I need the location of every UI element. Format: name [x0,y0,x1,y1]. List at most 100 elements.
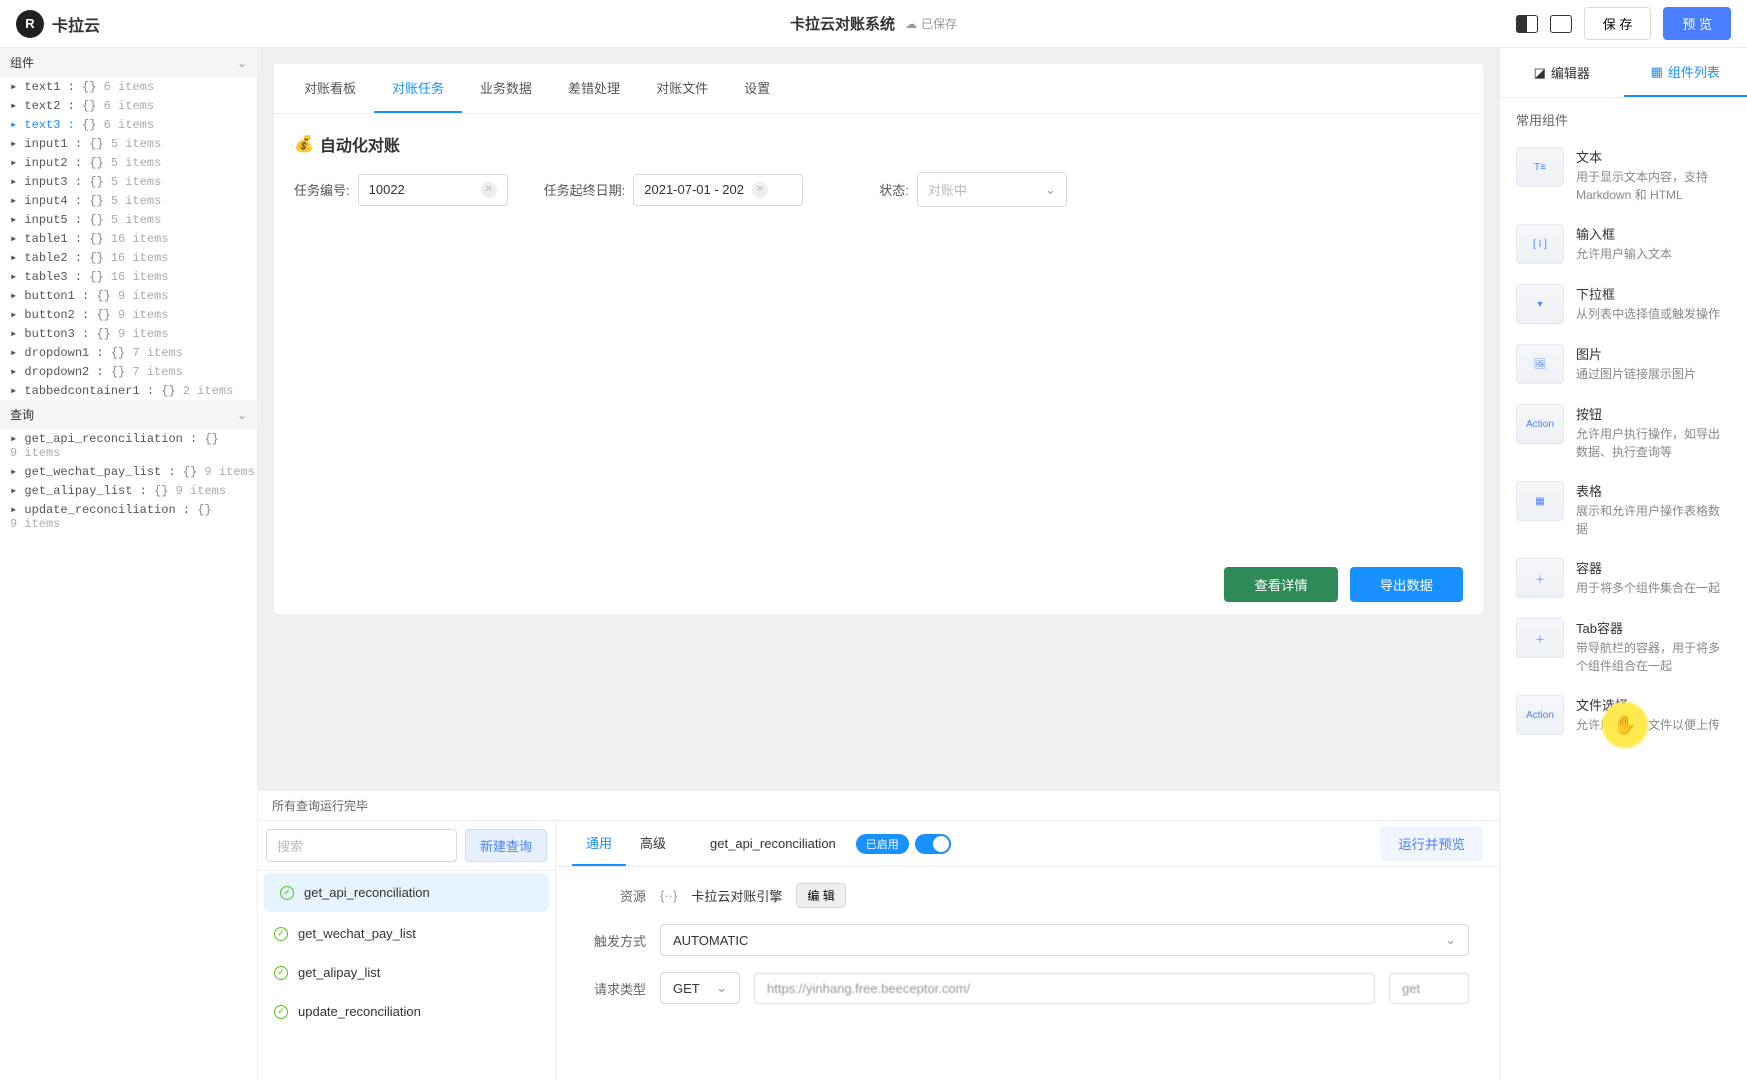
section-title: 💰 自动化对账 [274,114,1483,166]
palette-按钮[interactable]: Action按钮允许用户执行操作，如导出数据、执行查询等 [1500,394,1747,471]
status-line: 所有查询运行完毕 [258,790,1499,820]
queries-section-header[interactable]: 查询 ⌄ [0,400,257,429]
tree-item-dropdown2[interactable]: ▸ dropdown2 : {} 7 items [0,362,257,381]
chevron-down-icon: ⌄ [1045,182,1056,198]
query-item-get_wechat_pay_list[interactable]: ✓get_wechat_pay_list [258,914,555,953]
saved-status: ☁ 已保存 [905,15,957,32]
code-braces-icon: {··} [660,888,677,903]
component-icon: Action [1516,695,1564,735]
layout-split-icon[interactable] [1516,15,1538,33]
palette-下拉框[interactable]: ▾下拉框从列表中选择值或触发操作 [1500,274,1747,334]
common-components-header: 常用组件 [1500,98,1747,137]
query-tab-0[interactable]: 通用 [572,821,626,866]
component-icon: 🖼 [1516,344,1564,384]
component-icon: ▾ [1516,284,1564,324]
query-item-get_alipay_list[interactable]: ✓get_alipay_list [258,953,555,992]
tree-item-get_api_reconciliation[interactable]: ▸ get_api_reconciliation : {}9 items [0,429,257,462]
canvas-tab-3[interactable]: 差错处理 [550,64,638,113]
component-icon: ＋ [1516,558,1564,598]
chevron-down-icon: ⌄ [237,56,247,70]
tree-item-text1[interactable]: ▸ text1 : {} 6 items [0,77,257,96]
tree-item-text3[interactable]: ▸ text3 : {} 6 items [0,115,257,134]
clear-icon[interactable]: ✕ [481,182,497,198]
component-icon: T≡ [1516,147,1564,187]
tree-item-table2[interactable]: ▸ table2 : {} 16 items [0,248,257,267]
date-range-input[interactable]: 2021-07-01 - 202 ✕ [633,174,803,206]
component-icon: ＋ [1516,618,1564,658]
resource-value: 卡拉云对账引擎 [691,886,782,905]
tree-item-table3[interactable]: ▸ table3 : {} 16 items [0,267,257,286]
query-item-get_api_reconciliation[interactable]: ✓get_api_reconciliation [264,873,549,912]
tree-item-button2[interactable]: ▸ button2 : {} 9 items [0,305,257,324]
canvas-tab-1[interactable]: 对账任务 [374,64,462,113]
clear-icon[interactable]: ✕ [752,182,768,198]
system-title: 卡拉云对账系统 [790,13,895,34]
check-icon: ✓ [280,886,294,900]
logo-icon: R [16,10,44,38]
palette-表格[interactable]: ▦表格展示和允许用户操作表格数据 [1500,471,1747,548]
palette-图片[interactable]: 🖼图片通过图片链接展示图片 [1500,334,1747,394]
brand-name: 卡拉云 [52,12,100,36]
tree-item-dropdown1[interactable]: ▸ dropdown1 : {} 7 items [0,343,257,362]
right-panel: ◪ 编辑器 ▦ 组件列表 常用组件 T≡文本用于显示文本内容，支持 Markdo… [1499,48,1747,1080]
new-query-button[interactable]: 新建查询 [465,829,547,862]
layout-full-icon[interactable] [1550,15,1572,33]
view-detail-button[interactable]: 查看详情 [1224,567,1337,602]
tree-item-text2[interactable]: ▸ text2 : {} 6 items [0,96,257,115]
tree-item-get_alipay_list[interactable]: ▸ get_alipay_list : {} 9 items [0,481,257,500]
canvas-tab-0[interactable]: 对账看板 [286,64,374,113]
query-item-update_reconciliation[interactable]: ✓update_reconciliation [258,992,555,1031]
tab-editor[interactable]: ◪ 编辑器 [1500,48,1624,97]
editor-icon: ◪ [1534,65,1546,81]
tree-item-update_reconciliation[interactable]: ▸ update_reconciliation : {}9 items [0,500,257,533]
query-tab-1[interactable]: 高级 [626,821,680,866]
canvas-tab-2[interactable]: 业务数据 [462,64,550,113]
status-select[interactable]: 对账中 ⌄ [917,172,1067,207]
trigger-select[interactable]: AUTOMATIC ⌄ [660,924,1469,956]
canvas-tab-4[interactable]: 对账文件 [638,64,726,113]
tab-component-list[interactable]: ▦ 组件列表 [1624,48,1747,97]
moneybag-icon: 💰 [294,134,314,154]
tree-item-get_wechat_pay_list[interactable]: ▸ get_wechat_pay_list : {} 9 items [0,462,257,481]
url-input[interactable]: https://yinhang.free.beeceptor.com/ [754,973,1375,1004]
left-panel: 组件 ⌄ ▸ text1 : {} 6 items▸ text2 : {} 6 … [0,48,258,1080]
path-input[interactable]: get [1389,973,1469,1004]
chevron-down-icon: ⌄ [1445,932,1456,948]
tree-item-tabbedcontainer1[interactable]: ▸ tabbedcontainer1 : {} 2 items [0,381,257,400]
palette-文本[interactable]: T≡文本用于显示文本内容，支持 Markdown 和 HTML [1500,137,1747,214]
request-label: 请求类型 [586,979,646,998]
run-preview-button[interactable]: 运行并预览 [1380,826,1483,861]
export-button[interactable]: 导出数据 [1350,567,1463,602]
method-select[interactable]: GET ⌄ [660,972,740,1004]
save-button[interactable]: 保 存 [1584,7,1652,40]
tree-item-input1[interactable]: ▸ input1 : {} 5 items [0,134,257,153]
tree-item-button3[interactable]: ▸ button3 : {} 9 items [0,324,257,343]
task-no-label: 任务编号: [294,180,350,199]
tree-item-table1[interactable]: ▸ table1 : {} 16 items [0,229,257,248]
palette-输入框[interactable]: [ I ]输入框允许用户输入文本 [1500,214,1747,274]
tree-item-input2[interactable]: ▸ input2 : {} 5 items [0,153,257,172]
status-label: 状态: [879,180,909,199]
chevron-down-icon: ⌄ [237,408,247,422]
chevron-down-icon: ⌄ [716,980,727,996]
tree-item-input3[interactable]: ▸ input3 : {} 5 items [0,172,257,191]
component-icon: ▦ [1516,481,1564,521]
grid-icon: ▦ [1651,64,1663,80]
task-no-input[interactable]: 10022 ✕ [358,174,508,206]
palette-Tab容器[interactable]: ＋Tab容器带导航栏的容器，用于将多个组件组合在一起 [1500,608,1747,685]
preview-button[interactable]: 预 览 [1663,7,1731,40]
canvas-tabs: 对账看板对账任务业务数据差错处理对账文件设置 [274,64,1483,114]
tree-item-button1[interactable]: ▸ button1 : {} 9 items [0,286,257,305]
palette-容器[interactable]: ＋容器用于将多个组件集合在一起 [1500,548,1747,608]
resource-label: 资源 [586,886,646,905]
component-icon: [ I ] [1516,224,1564,264]
tree-item-input4[interactable]: ▸ input4 : {} 5 items [0,191,257,210]
tree-item-input5[interactable]: ▸ input5 : {} 5 items [0,210,257,229]
palette-文件选择[interactable]: Action文件选择允许用户选择文件以便上传 [1500,685,1747,745]
enabled-toggle[interactable] [915,834,951,854]
check-icon: ✓ [274,1005,288,1019]
edit-resource-button[interactable]: 编 辑 [796,883,845,908]
components-section-header[interactable]: 组件 ⌄ [0,48,257,77]
canvas-tab-5[interactable]: 设置 [726,64,788,113]
query-search-input[interactable]: 搜索 [266,829,457,862]
